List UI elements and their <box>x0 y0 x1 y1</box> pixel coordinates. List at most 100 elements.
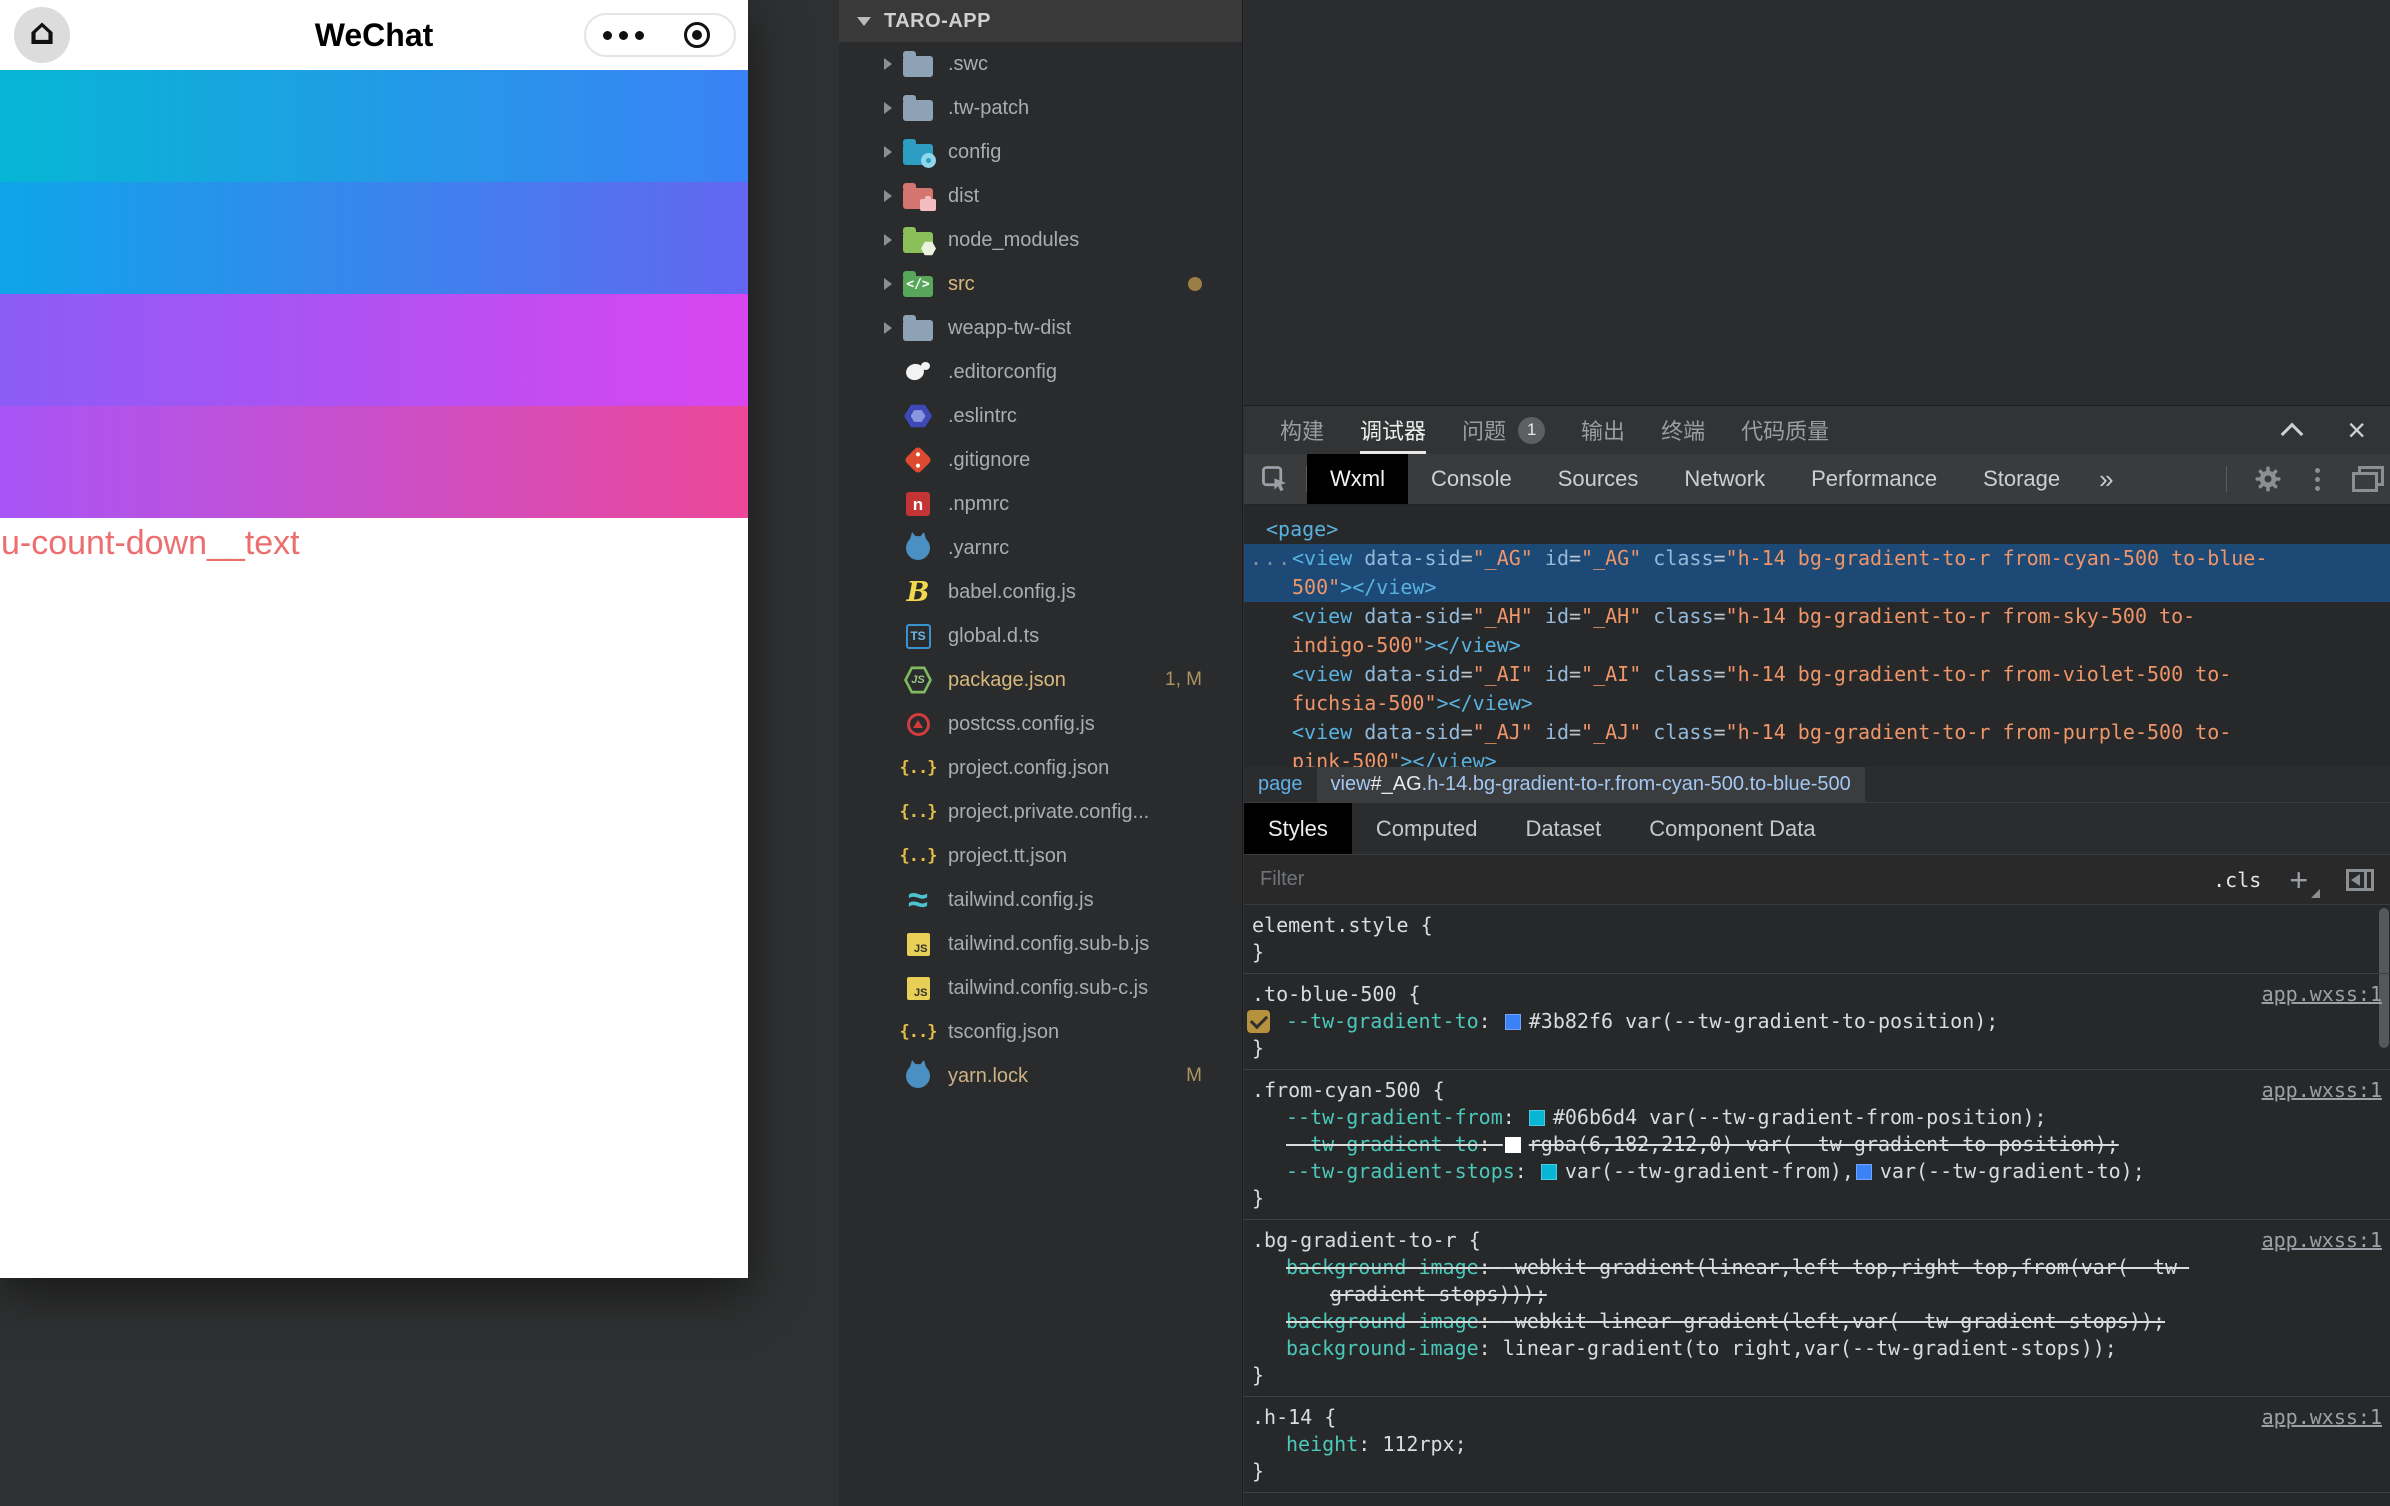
file-tree-item[interactable]: .tw-patch <box>839 86 1242 130</box>
wxml-node-line[interactable]: <view data-sid="_AJ" id="_AJ" class="h-1… <box>1244 718 2390 747</box>
color-swatch[interactable] <box>1505 1137 1521 1153</box>
rule-selector[interactable]: element.style { <box>1244 912 2390 939</box>
stylesheet-link[interactable]: app.wxss:1 <box>2262 981 2382 1008</box>
panel-tab-终端[interactable]: 终端 <box>1661 406 1705 454</box>
rule-selector[interactable]: .bg-gradient-to-r { <box>1244 1227 2390 1254</box>
color-swatch[interactable] <box>1505 1014 1521 1030</box>
tab-storage[interactable]: Storage <box>1960 454 2083 504</box>
wxml-node-line[interactable]: <page> <box>1244 515 2390 544</box>
wxml-node-line[interactable]: fuchsia-500"></view> <box>1244 689 2390 718</box>
file-tree-item[interactable]: .eslintrc <box>839 394 1242 438</box>
css-property[interactable]: background-image: linear-gradient(to rig… <box>1244 1335 2390 1362</box>
dock-side-icon[interactable] <box>2352 466 2384 492</box>
tab-styles[interactable]: Styles <box>1244 803 1352 854</box>
git-status-badge: 1, M <box>1165 669 1202 691</box>
panel-tab-调试器[interactable]: 调试器 <box>1360 406 1426 454</box>
css-property[interactable]: --tw-gradient-to: #3b82f6 var(--tw-gradi… <box>1244 1008 2390 1035</box>
file-tree-item[interactable]: TSglobal.d.ts <box>839 614 1242 658</box>
mini-program-simulator: ⌂ WeChat u-count-down__text <box>0 0 748 1278</box>
close-panel-icon[interactable]: × <box>2347 414 2366 446</box>
file-tree-item[interactable]: .editorconfig <box>839 350 1242 394</box>
element-breadcrumb: pageview#_AG.h-14.bg-gradient-to-r.from-… <box>1244 767 2390 803</box>
file-tree-item[interactable]: {..}project.tt.json <box>839 834 1242 878</box>
stylesheet-link[interactable]: app.wxss:1 <box>2262 1077 2382 1104</box>
file-tree-item[interactable]: {..}project.private.config... <box>839 790 1242 834</box>
breadcrumb-item[interactable]: view#_AG.h-14.bg-gradient-to-r.from-cyan… <box>1317 767 1865 802</box>
css-rule-block: element.style {} <box>1244 905 2390 974</box>
file-tree-item[interactable]: Bbabel.config.js <box>839 570 1242 614</box>
file-tree-item[interactable]: dist <box>839 174 1242 218</box>
rule-selector[interactable]: .h-14 { <box>1244 1404 2390 1431</box>
tab-performance[interactable]: Performance <box>1788 454 1960 504</box>
file-tree-item[interactable]: .gitignore <box>839 438 1242 482</box>
problems-count-badge: 1 <box>1518 417 1545 444</box>
color-swatch[interactable] <box>1541 1164 1557 1180</box>
stylesheet-link[interactable]: app.wxss:1 <box>2262 1404 2382 1431</box>
wxml-node-line[interactable]: <view data-sid="_AI" id="_AI" class="h-1… <box>1244 660 2390 689</box>
color-swatch[interactable] <box>1856 1164 1872 1180</box>
css-property[interactable]: --tw-gradient-stops: var(--tw-gradient-f… <box>1244 1158 2390 1185</box>
file-label: node_modules <box>948 229 1079 252</box>
panel-tab-输出[interactable]: 输出 <box>1581 406 1625 454</box>
rule-selector[interactable]: .to-blue-500 { <box>1244 981 2390 1008</box>
file-label: dist <box>948 185 979 208</box>
toggle-class-button[interactable]: .cls <box>2213 868 2261 892</box>
property-checkbox[interactable] <box>1247 1010 1270 1033</box>
css-rule-block: .to-blue-500 {app.wxss:1--tw-gradient-to… <box>1244 974 2390 1070</box>
file-tree-item[interactable]: weapp-tw-dist <box>839 306 1242 350</box>
file-tree-item[interactable]: config <box>839 130 1242 174</box>
wxml-node-line[interactable]: pink-500"></view> <box>1244 747 2390 767</box>
tab-wxml[interactable]: Wxml <box>1307 454 1408 504</box>
devtools-panel: 构建调试器问题1 输出终端代码质量 × WxmlConsoleSourcesNetw… <box>1244 405 2390 1506</box>
file-tree-item[interactable]: JSpackage.json1, M <box>839 658 1242 702</box>
breadcrumb-item[interactable]: page <box>1244 767 1317 802</box>
toggle-sidebar-icon[interactable] <box>2346 869 2374 891</box>
wxml-node-line[interactable]: indigo-500"></view> <box>1244 631 2390 660</box>
wxml-node-line[interactable]: <view data-sid="_AH" id="_AH" class="h-1… <box>1244 602 2390 631</box>
color-swatch[interactable] <box>1529 1110 1545 1126</box>
file-tree-item[interactable]: {..}tsconfig.json <box>839 1010 1242 1054</box>
file-tree-item[interactable]: .yarnrc <box>839 526 1242 570</box>
new-style-rule-button[interactable]: + <box>2289 864 2318 896</box>
file-tree-item[interactable]: JStailwind.config.sub-b.js <box>839 922 1242 966</box>
rule-selector[interactable]: .from-cyan-500 { <box>1244 1077 2390 1104</box>
tab-component-data[interactable]: Component Data <box>1625 803 1839 854</box>
file-tree-item[interactable]: {..}project.config.json <box>839 746 1242 790</box>
close-record-button[interactable] <box>660 22 734 48</box>
file-tree-item[interactable]: ≈tailwind.config.js <box>839 878 1242 922</box>
css-property[interactable]: --tw-gradient-from: #06b6d4 var(--tw-gra… <box>1244 1104 2390 1131</box>
rule-close-brace: } <box>1244 1185 2390 1212</box>
tab-computed[interactable]: Computed <box>1352 803 1502 854</box>
file-tree-item[interactable]: n.npmrc <box>839 482 1242 526</box>
wxml-node-line[interactable]: 500"></view> <box>1244 573 2390 602</box>
panel-tab-问题[interactable]: 问题1 <box>1462 406 1545 454</box>
file-tree-item[interactable]: node_modules <box>839 218 1242 262</box>
more-menu-button[interactable] <box>586 31 660 40</box>
file-tree-item[interactable]: postcss.config.js <box>839 702 1242 746</box>
css-property[interactable]: height: 112rpx; <box>1244 1431 2390 1458</box>
css-property[interactable]: --tw-gradient-to: rgba(6,182,212,0) var(… <box>1244 1131 2390 1158</box>
explorer-root-row[interactable]: TARO-APP <box>839 0 1242 42</box>
inspect-element-button[interactable] <box>1244 454 1306 504</box>
panel-tab-代码质量[interactable]: 代码质量 <box>1741 406 1829 454</box>
tab-console[interactable]: Console <box>1408 454 1535 504</box>
file-tree-item[interactable]: JStailwind.config.sub-c.js <box>839 966 1242 1010</box>
settings-gear-icon[interactable] <box>2253 464 2283 494</box>
tab-dataset[interactable]: Dataset <box>1501 803 1625 854</box>
css-property[interactable]: background-image: -webkit-linear-gradien… <box>1244 1308 2390 1335</box>
file-icon: JS <box>901 971 935 1005</box>
tab-network[interactable]: Network <box>1661 454 1788 504</box>
file-tree-item[interactable]: yarn.lockM <box>839 1054 1242 1098</box>
stylesheet-link[interactable]: app.wxss:1 <box>2262 1227 2382 1254</box>
file-tree-item[interactable]: .swc <box>839 42 1242 86</box>
tab-sources[interactable]: Sources <box>1535 454 1662 504</box>
more-tabs-button[interactable]: » <box>2083 454 2129 504</box>
filter-input[interactable]: Filter <box>1260 868 1304 891</box>
collapse-panel-icon[interactable] <box>2281 422 2303 438</box>
panel-tab-构建[interactable]: 构建 <box>1280 406 1324 454</box>
file-label: .eslintrc <box>948 405 1017 428</box>
wxml-node-line[interactable]: ...<view data-sid="_AG" id="_AG" class="… <box>1244 544 2390 573</box>
css-property[interactable]: background-image: -webkit-gradient(linea… <box>1244 1254 2390 1281</box>
kebab-menu-icon[interactable] <box>2309 468 2326 491</box>
file-tree-item[interactable]: </>src <box>839 262 1242 306</box>
